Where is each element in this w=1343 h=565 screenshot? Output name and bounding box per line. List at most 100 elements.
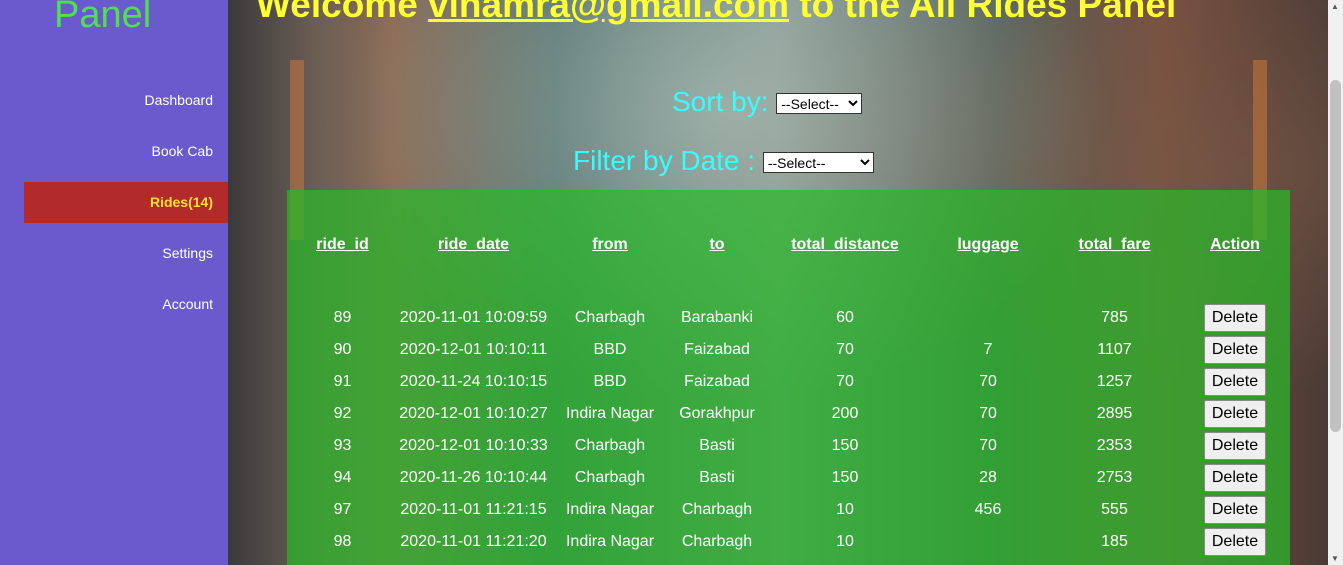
page-title: Welcome vinamra@gmail.com to the All Rid… bbox=[256, 0, 1176, 26]
table-row: 90 2020-12-01 10:10:11 BBD Faizabad 70 7… bbox=[287, 334, 1290, 366]
delete-button[interactable]: Delete bbox=[1203, 496, 1267, 524]
cell-action: Delete bbox=[1180, 494, 1290, 526]
sidebar-item-account[interactable]: Account bbox=[24, 284, 228, 325]
cell-ride-id: 94 bbox=[333, 469, 352, 486]
cell-action: Delete bbox=[1180, 334, 1290, 366]
cell-to: Basti bbox=[699, 437, 735, 454]
cell-luggage: 456 bbox=[974, 501, 1002, 518]
cell-luggage bbox=[927, 526, 1049, 558]
cell-total-distance: 10 bbox=[836, 533, 854, 550]
cell-ride-id: 91 bbox=[333, 373, 352, 390]
column-header[interactable]: total_distance bbox=[763, 190, 927, 302]
page-scrollbar[interactable]: ▲ ▼ bbox=[1328, 0, 1343, 565]
cell-to: Faizabad bbox=[684, 373, 750, 390]
cell-from: Charbagh bbox=[574, 309, 646, 326]
table-row: 97 2020-11-01 11:21:15 Indira Nagar Char… bbox=[287, 494, 1290, 526]
cell-ride-id: 93 bbox=[333, 437, 352, 454]
cell-action: Delete bbox=[1180, 302, 1290, 334]
cell-from: Charbagh bbox=[574, 437, 646, 454]
column-header[interactable]: luggage bbox=[927, 190, 1049, 302]
cell-ride-date: 2020-12-01 10:10:11 bbox=[399, 341, 548, 358]
cell-action: Delete bbox=[1180, 430, 1290, 462]
delete-button[interactable]: Delete bbox=[1203, 432, 1267, 460]
cell-to: Barabanki bbox=[680, 309, 754, 326]
cell-total-distance: 10 bbox=[836, 501, 854, 518]
cell-total-fare: 2353 bbox=[1096, 437, 1133, 454]
cell-from: Indira Nagar bbox=[565, 533, 655, 550]
cell-to: Charbagh bbox=[681, 501, 753, 518]
filter-date-select[interactable]: --Select-- bbox=[762, 152, 874, 174]
delete-button[interactable]: Delete bbox=[1203, 464, 1267, 492]
filter-label: Filter by Date : bbox=[573, 145, 763, 176]
cell-ride-date: 2020-11-24 10:10:15 bbox=[399, 373, 548, 390]
welcome-prefix: Welcome bbox=[256, 0, 429, 25]
cell-total-distance: 150 bbox=[831, 437, 859, 454]
cell-ride-date: 2020-12-01 10:10:27 bbox=[399, 405, 548, 422]
column-header[interactable]: to bbox=[671, 190, 763, 302]
cell-ride-id: 92 bbox=[333, 405, 352, 422]
table-row: 89 2020-11-01 10:09:59 Charbagh Barabank… bbox=[287, 302, 1290, 334]
scrollbar-thumb[interactable] bbox=[1330, 80, 1341, 432]
delete-button[interactable]: Delete bbox=[1203, 400, 1267, 428]
column-header[interactable]: from bbox=[549, 190, 671, 302]
table-row: 93 2020-12-01 10:10:33 Charbagh Basti 15… bbox=[287, 430, 1290, 462]
cell-total-fare: 185 bbox=[1101, 533, 1128, 550]
cell-luggage: 70 bbox=[979, 405, 997, 422]
sidebar-item-rides[interactable]: Rides(14) bbox=[24, 182, 228, 223]
sidebar-item-book-cab[interactable]: Book Cab bbox=[24, 131, 228, 172]
cell-from: Charbagh bbox=[574, 469, 646, 486]
cell-action: Delete bbox=[1180, 526, 1290, 558]
welcome-suffix: to the All Rides Panel bbox=[789, 0, 1177, 25]
delete-button[interactable]: Delete bbox=[1203, 304, 1267, 332]
cell-total-distance: 150 bbox=[831, 469, 859, 486]
cell-total-fare: 555 bbox=[1101, 501, 1128, 518]
table-row: 91 2020-11-24 10:10:15 BBD Faizabad 70 7… bbox=[287, 366, 1290, 398]
cell-luggage: 70 bbox=[979, 373, 997, 390]
cell-ride-id: 89 bbox=[333, 309, 352, 326]
sort-label: Sort by: bbox=[672, 86, 777, 117]
cell-total-distance: 60 bbox=[836, 309, 854, 326]
cell-from: BBD bbox=[593, 373, 627, 390]
scroll-down-arrow-icon[interactable]: ▼ bbox=[1331, 554, 1339, 563]
cell-ride-date: 2020-11-26 10:10:44 bbox=[399, 469, 548, 486]
filter-control: Filter by Date : --Select-- bbox=[573, 145, 874, 177]
cell-from: Indira Nagar bbox=[565, 501, 655, 518]
cell-from: Indira Nagar bbox=[565, 405, 655, 422]
cell-to: Charbagh bbox=[681, 533, 753, 550]
delete-button[interactable]: Delete bbox=[1203, 336, 1267, 364]
cell-total-fare: 1257 bbox=[1096, 373, 1133, 390]
user-email: vinamra@gmail.com bbox=[428, 0, 790, 25]
cell-action: Delete bbox=[1180, 398, 1290, 430]
sidebar-title: Panel bbox=[54, 0, 152, 36]
sort-control: Sort by: --Select-- bbox=[672, 86, 863, 118]
sort-select[interactable]: --Select-- bbox=[776, 93, 863, 115]
cell-luggage bbox=[927, 302, 1049, 334]
column-header[interactable]: total_fare bbox=[1049, 190, 1180, 302]
cell-to: Gorakhpur bbox=[679, 405, 755, 422]
cell-luggage: 70 bbox=[979, 437, 997, 454]
cell-ride-id: 97 bbox=[333, 501, 352, 518]
cell-total-fare: 2753 bbox=[1096, 469, 1133, 486]
cell-ride-date: 2020-12-01 10:10:33 bbox=[399, 437, 548, 454]
cell-action: Delete bbox=[1180, 366, 1290, 398]
cell-total-distance: 70 bbox=[836, 341, 854, 358]
sidebar: Panel Dashboard Book Cab Rides(14) Setti… bbox=[0, 0, 228, 565]
cell-to: Basti bbox=[699, 469, 735, 486]
delete-button[interactable]: Delete bbox=[1203, 528, 1267, 556]
scroll-up-arrow-icon[interactable]: ▲ bbox=[1331, 2, 1339, 11]
cell-luggage: 7 bbox=[983, 341, 993, 358]
sidebar-item-settings[interactable]: Settings bbox=[24, 233, 228, 274]
column-header[interactable]: Action bbox=[1180, 190, 1290, 302]
rides-table: ride_id ride_date from to total_distance… bbox=[287, 190, 1290, 558]
cell-luggage: 28 bbox=[979, 469, 997, 486]
cell-from: BBD bbox=[593, 341, 627, 358]
table-row: 98 2020-11-01 11:21:20 Indira Nagar Char… bbox=[287, 526, 1290, 558]
delete-button[interactable]: Delete bbox=[1203, 368, 1267, 396]
column-header[interactable]: ride_id bbox=[287, 190, 398, 302]
cell-action: Delete bbox=[1180, 462, 1290, 494]
cell-total-fare: 785 bbox=[1101, 309, 1128, 326]
cell-to: Faizabad bbox=[684, 341, 750, 358]
sidebar-item-dashboard[interactable]: Dashboard bbox=[24, 80, 228, 121]
column-header[interactable]: ride_date bbox=[398, 190, 549, 302]
table-header-row: ride_id ride_date from to total_distance… bbox=[287, 190, 1290, 302]
